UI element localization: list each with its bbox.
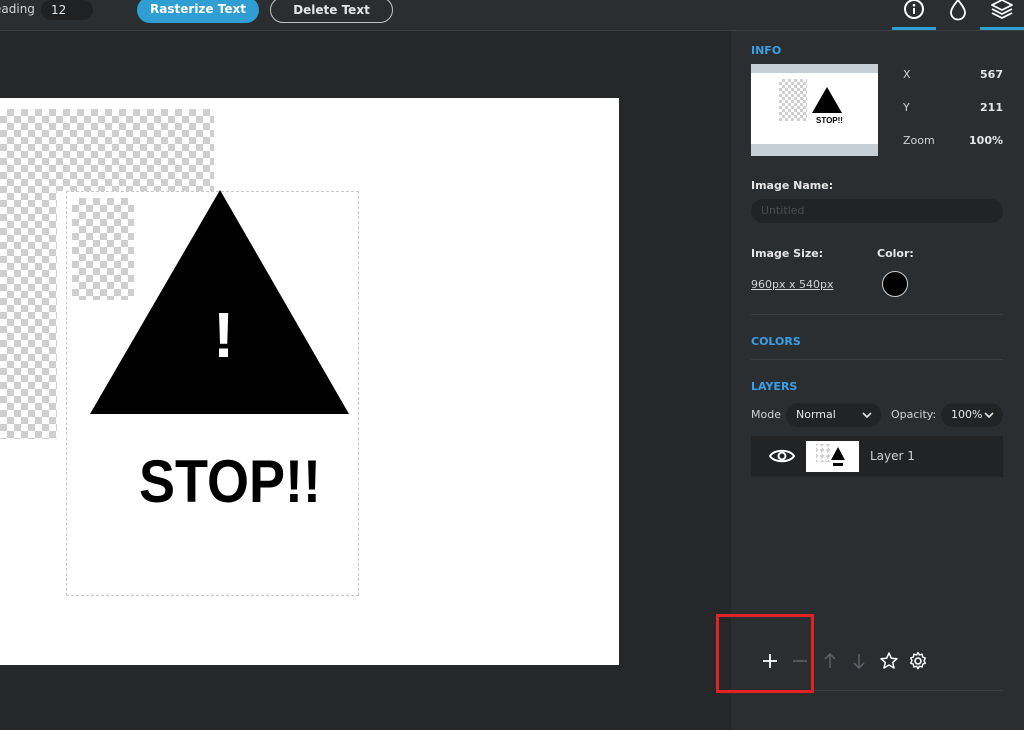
opacity-label: Opacity:	[891, 408, 937, 421]
y-value: 211	[980, 101, 1003, 114]
favorite-layer-button[interactable]	[878, 651, 900, 673]
preview-stop-text: STOP!!	[816, 116, 843, 125]
y-label: Y	[903, 101, 910, 114]
tab-layers[interactable]	[980, 0, 1024, 30]
image-size-label: Image Size:	[751, 247, 824, 260]
color-label: Color:	[877, 247, 914, 260]
highlight-box	[716, 614, 814, 693]
move-layer-down-button[interactable]	[848, 651, 870, 673]
chevron-down-icon	[862, 412, 872, 419]
colors-title: COLORS	[751, 335, 801, 348]
layers-title: LAYERS	[751, 380, 798, 393]
arrow-down-icon	[853, 654, 865, 670]
zoom-label: Zoom	[903, 134, 935, 147]
divider	[751, 359, 1003, 360]
arrow-up-icon	[824, 652, 836, 668]
layer-name: Layer 1	[870, 449, 915, 463]
info-icon	[904, 0, 924, 19]
opacity-value: 100%	[951, 408, 983, 421]
layer-settings-button[interactable]	[907, 651, 929, 673]
mode-label: Mode	[751, 408, 781, 421]
blend-mode-value: Normal	[796, 408, 836, 421]
layer-thumbnail	[806, 441, 859, 472]
image-size-link[interactable]: 960px x 540px	[751, 278, 833, 291]
chevron-down-icon	[984, 412, 994, 419]
eye-icon[interactable]	[769, 446, 795, 466]
delete-text-button[interactable]: Delete Text	[270, 0, 393, 23]
workspace: ! STOP!!	[0, 31, 731, 730]
color-swatch[interactable]	[882, 271, 908, 297]
leading-input[interactable]: 12	[41, 0, 93, 20]
tab-info[interactable]	[892, 0, 936, 30]
info-title: INFO	[751, 44, 782, 57]
stop-text[interactable]: STOP!!	[139, 447, 321, 516]
image-name-input[interactable]: Untitled	[751, 199, 1003, 223]
warning-triangle	[90, 190, 349, 414]
image-name-label: Image Name:	[751, 179, 834, 192]
rasterize-text-button[interactable]: Rasterize Text	[137, 0, 259, 23]
opacity-select[interactable]: 100%	[941, 403, 1003, 427]
top-toolbar: eading 12 Rasterize Text Delete Text	[0, 0, 1024, 31]
tab-color[interactable]	[936, 0, 980, 30]
move-layer-up-button[interactable]	[819, 651, 841, 673]
star-icon	[880, 652, 898, 669]
layers-icon	[991, 0, 1013, 19]
leading-label: eading	[0, 2, 35, 16]
image-preview: STOP!!	[751, 64, 878, 156]
divider	[751, 314, 1003, 315]
layer-row[interactable]: Layer 1	[751, 436, 1003, 477]
x-label: X	[903, 68, 911, 81]
zoom-value: 100%	[969, 134, 1003, 147]
x-value: 567	[980, 68, 1003, 81]
image-canvas[interactable]: ! STOP!!	[0, 98, 619, 665]
blend-mode-select[interactable]: Normal	[786, 403, 881, 427]
droplet-icon	[950, 0, 966, 21]
exclamation-mark: !	[213, 299, 235, 371]
gear-icon	[910, 651, 926, 670]
